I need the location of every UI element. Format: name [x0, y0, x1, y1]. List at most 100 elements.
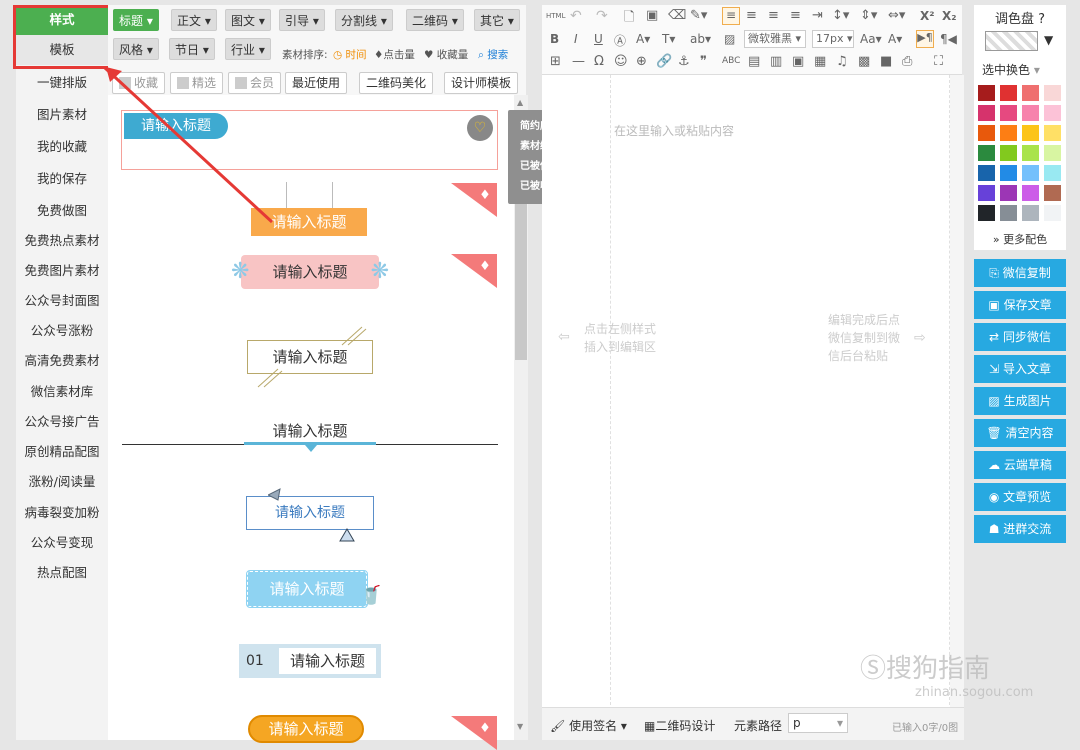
print-icon[interactable]: ⎙: [902, 54, 912, 69]
color-swatch[interactable]: [1000, 165, 1017, 181]
color-swatch[interactable]: [978, 185, 995, 201]
editor-scrollbar[interactable]: [950, 75, 964, 707]
color-swatch[interactable]: [1044, 105, 1061, 121]
color-swatch[interactable]: [1022, 125, 1039, 141]
more-colors-link[interactable]: » 更多配色: [974, 231, 1066, 247]
title-template-7[interactable]: 请输入标题: [246, 570, 368, 608]
title-template-5[interactable]: 请输入标题: [122, 419, 498, 455]
sidebar-item-follower-growth[interactable]: 公众号涨粉: [16, 316, 108, 346]
category-image-text-button[interactable]: 图文 ▾: [225, 9, 271, 31]
sidebar-item-viral-growth[interactable]: 病毒裂变加粉: [16, 498, 108, 528]
category-body-button[interactable]: 正文 ▾: [171, 9, 217, 31]
align-center-icon[interactable]: ≡: [746, 8, 757, 23]
color-swatch[interactable]: [1044, 185, 1061, 201]
search-replace-icon[interactable]: ⊕: [636, 54, 647, 69]
cloud-draft-button[interactable]: ☁ 云端草稿: [974, 451, 1066, 479]
sidebar-item-wechat-material-library[interactable]: 微信素材库: [16, 377, 108, 407]
current-color-swatch[interactable]: [985, 31, 1038, 51]
save-article-button[interactable]: ▣ 保存文章: [974, 291, 1066, 319]
template-icon[interactable]: ▤: [748, 54, 760, 69]
letter-spacing-icon[interactable]: ⇔▾: [888, 8, 905, 23]
title-template-6[interactable]: 请输入标题: [246, 496, 374, 530]
color-swatch[interactable]: [1044, 125, 1061, 141]
filter-favorites-checkbox[interactable]: 收藏: [112, 72, 166, 94]
blockquote-icon[interactable]: ❞: [700, 54, 707, 69]
qrcode-beautify-button[interactable]: 二维码美化: [359, 72, 434, 94]
align-left-icon[interactable]: ≡: [722, 7, 740, 25]
gallery-icon[interactable]: ▦: [814, 54, 826, 69]
search-link[interactable]: ⌕ 搜索: [478, 47, 508, 62]
sidebar-item-image-materials[interactable]: 图片素材: [16, 100, 108, 130]
table-icon[interactable]: ⊞: [550, 54, 561, 69]
category-guide-button[interactable]: 引导 ▾: [279, 9, 325, 31]
palette-dropdown-icon[interactable]: ▼: [1044, 33, 1053, 47]
format-brush-icon[interactable]: ✎▾: [690, 8, 707, 23]
camera-icon[interactable]: ■: [880, 54, 892, 69]
generate-image-button[interactable]: ▨ 生成图片: [974, 387, 1066, 415]
color-swatch[interactable]: [1022, 145, 1039, 161]
sort-time-option[interactable]: ◷ 时间: [333, 47, 367, 62]
color-swatch[interactable]: [1000, 185, 1017, 201]
import-article-button[interactable]: ⇲ 导入文章: [974, 355, 1066, 383]
color-swatch[interactable]: [1000, 85, 1017, 101]
eraser-icon[interactable]: ⌫: [668, 8, 686, 23]
sidebar-item-free-design[interactable]: 免费做图: [16, 196, 108, 226]
color-swatch[interactable]: [1000, 125, 1017, 141]
subscript-icon[interactable]: X₂: [942, 9, 957, 23]
underline-icon[interactable]: U: [594, 32, 603, 46]
undo-icon[interactable]: ↶: [570, 8, 582, 24]
sidebar-item-accept-ads[interactable]: 公众号接广告: [16, 407, 108, 437]
color-swatch[interactable]: [978, 85, 995, 101]
paste-icon[interactable]: ▣: [646, 8, 658, 23]
text-case-icon[interactable]: A▾: [888, 32, 902, 46]
favorite-heart-icon[interactable]: ♡: [467, 115, 493, 141]
emoji-icon[interactable]: ☺: [614, 54, 628, 69]
line-height-icon[interactable]: ↕▾: [832, 8, 849, 23]
attachment-icon[interactable]: ▥: [770, 54, 782, 69]
new-document-icon[interactable]: 🗋: [624, 8, 634, 30]
title-template-2[interactable]: 请输入标题: [251, 182, 367, 238]
color-swatch[interactable]: [1022, 185, 1039, 201]
special-char-icon[interactable]: Ω: [594, 54, 604, 69]
color-swatch[interactable]: [978, 145, 995, 161]
filter-vip-checkbox[interactable]: 会员: [228, 72, 282, 94]
color-swatch[interactable]: [1044, 85, 1061, 101]
signature-dropdown[interactable]: 🖌 使用签名 ▾: [550, 717, 627, 734]
align-right-icon[interactable]: ≡: [768, 8, 779, 23]
sort-favorites-option[interactable]: ♥ 收藏量: [424, 47, 468, 62]
category-other-button[interactable]: 其它 ▾: [474, 9, 520, 31]
color-swatch[interactable]: [978, 105, 995, 121]
spellcheck-icon[interactable]: ABC: [722, 56, 740, 66]
indent-icon[interactable]: ⇥: [812, 8, 823, 23]
sidebar-item-free-image-materials[interactable]: 免费图片素材: [16, 256, 108, 286]
scroll-down-icon[interactable]: ▼: [517, 722, 523, 731]
category-industry-button[interactable]: 行业 ▾: [225, 38, 271, 60]
sidebar-item-cover-images[interactable]: 公众号封面图: [16, 286, 108, 316]
sidebar-item-one-click-layout[interactable]: 一键排版: [16, 68, 108, 98]
fullscreen-icon[interactable]: ⛶: [934, 54, 943, 69]
ltr-icon[interactable]: ▶¶: [916, 30, 934, 48]
color-swatch[interactable]: [978, 165, 995, 181]
title-template-1[interactable]: 请输入标题 ♡: [121, 110, 498, 170]
font-size-select[interactable]: 17px ▾: [812, 30, 854, 48]
scroll-up-icon[interactable]: ▲: [517, 98, 523, 107]
category-qrcode-button[interactable]: 二维码 ▾: [406, 9, 464, 31]
recent-used-button[interactable]: 最近使用: [285, 72, 348, 94]
align-justify-icon[interactable]: ≡: [790, 8, 801, 23]
sidebar-item-monetization[interactable]: 公众号变现: [16, 528, 108, 558]
superscript-icon[interactable]: X²: [920, 9, 935, 23]
color-swatch[interactable]: [1044, 205, 1061, 221]
sidebar-item-original-images[interactable]: 原创精品配图: [16, 437, 108, 467]
video-icon[interactable]: ▩: [858, 54, 870, 69]
sidebar-item-hd-free-materials[interactable]: 高清免费素材: [16, 346, 108, 376]
color-swatch[interactable]: [1000, 105, 1017, 121]
border-text-icon[interactable]: Ⓐ: [614, 32, 626, 49]
color-swatch[interactable]: [1022, 205, 1039, 221]
filter-featured-checkbox[interactable]: 精选: [170, 72, 224, 94]
select-recolor-label[interactable]: 选中换色 ▾: [982, 61, 1040, 78]
color-swatch[interactable]: [978, 205, 995, 221]
color-swatch[interactable]: [978, 125, 995, 141]
image-icon[interactable]: ▨: [724, 32, 735, 46]
category-style-button[interactable]: 风格 ▾: [113, 38, 159, 60]
music-icon[interactable]: ♫: [836, 54, 848, 69]
